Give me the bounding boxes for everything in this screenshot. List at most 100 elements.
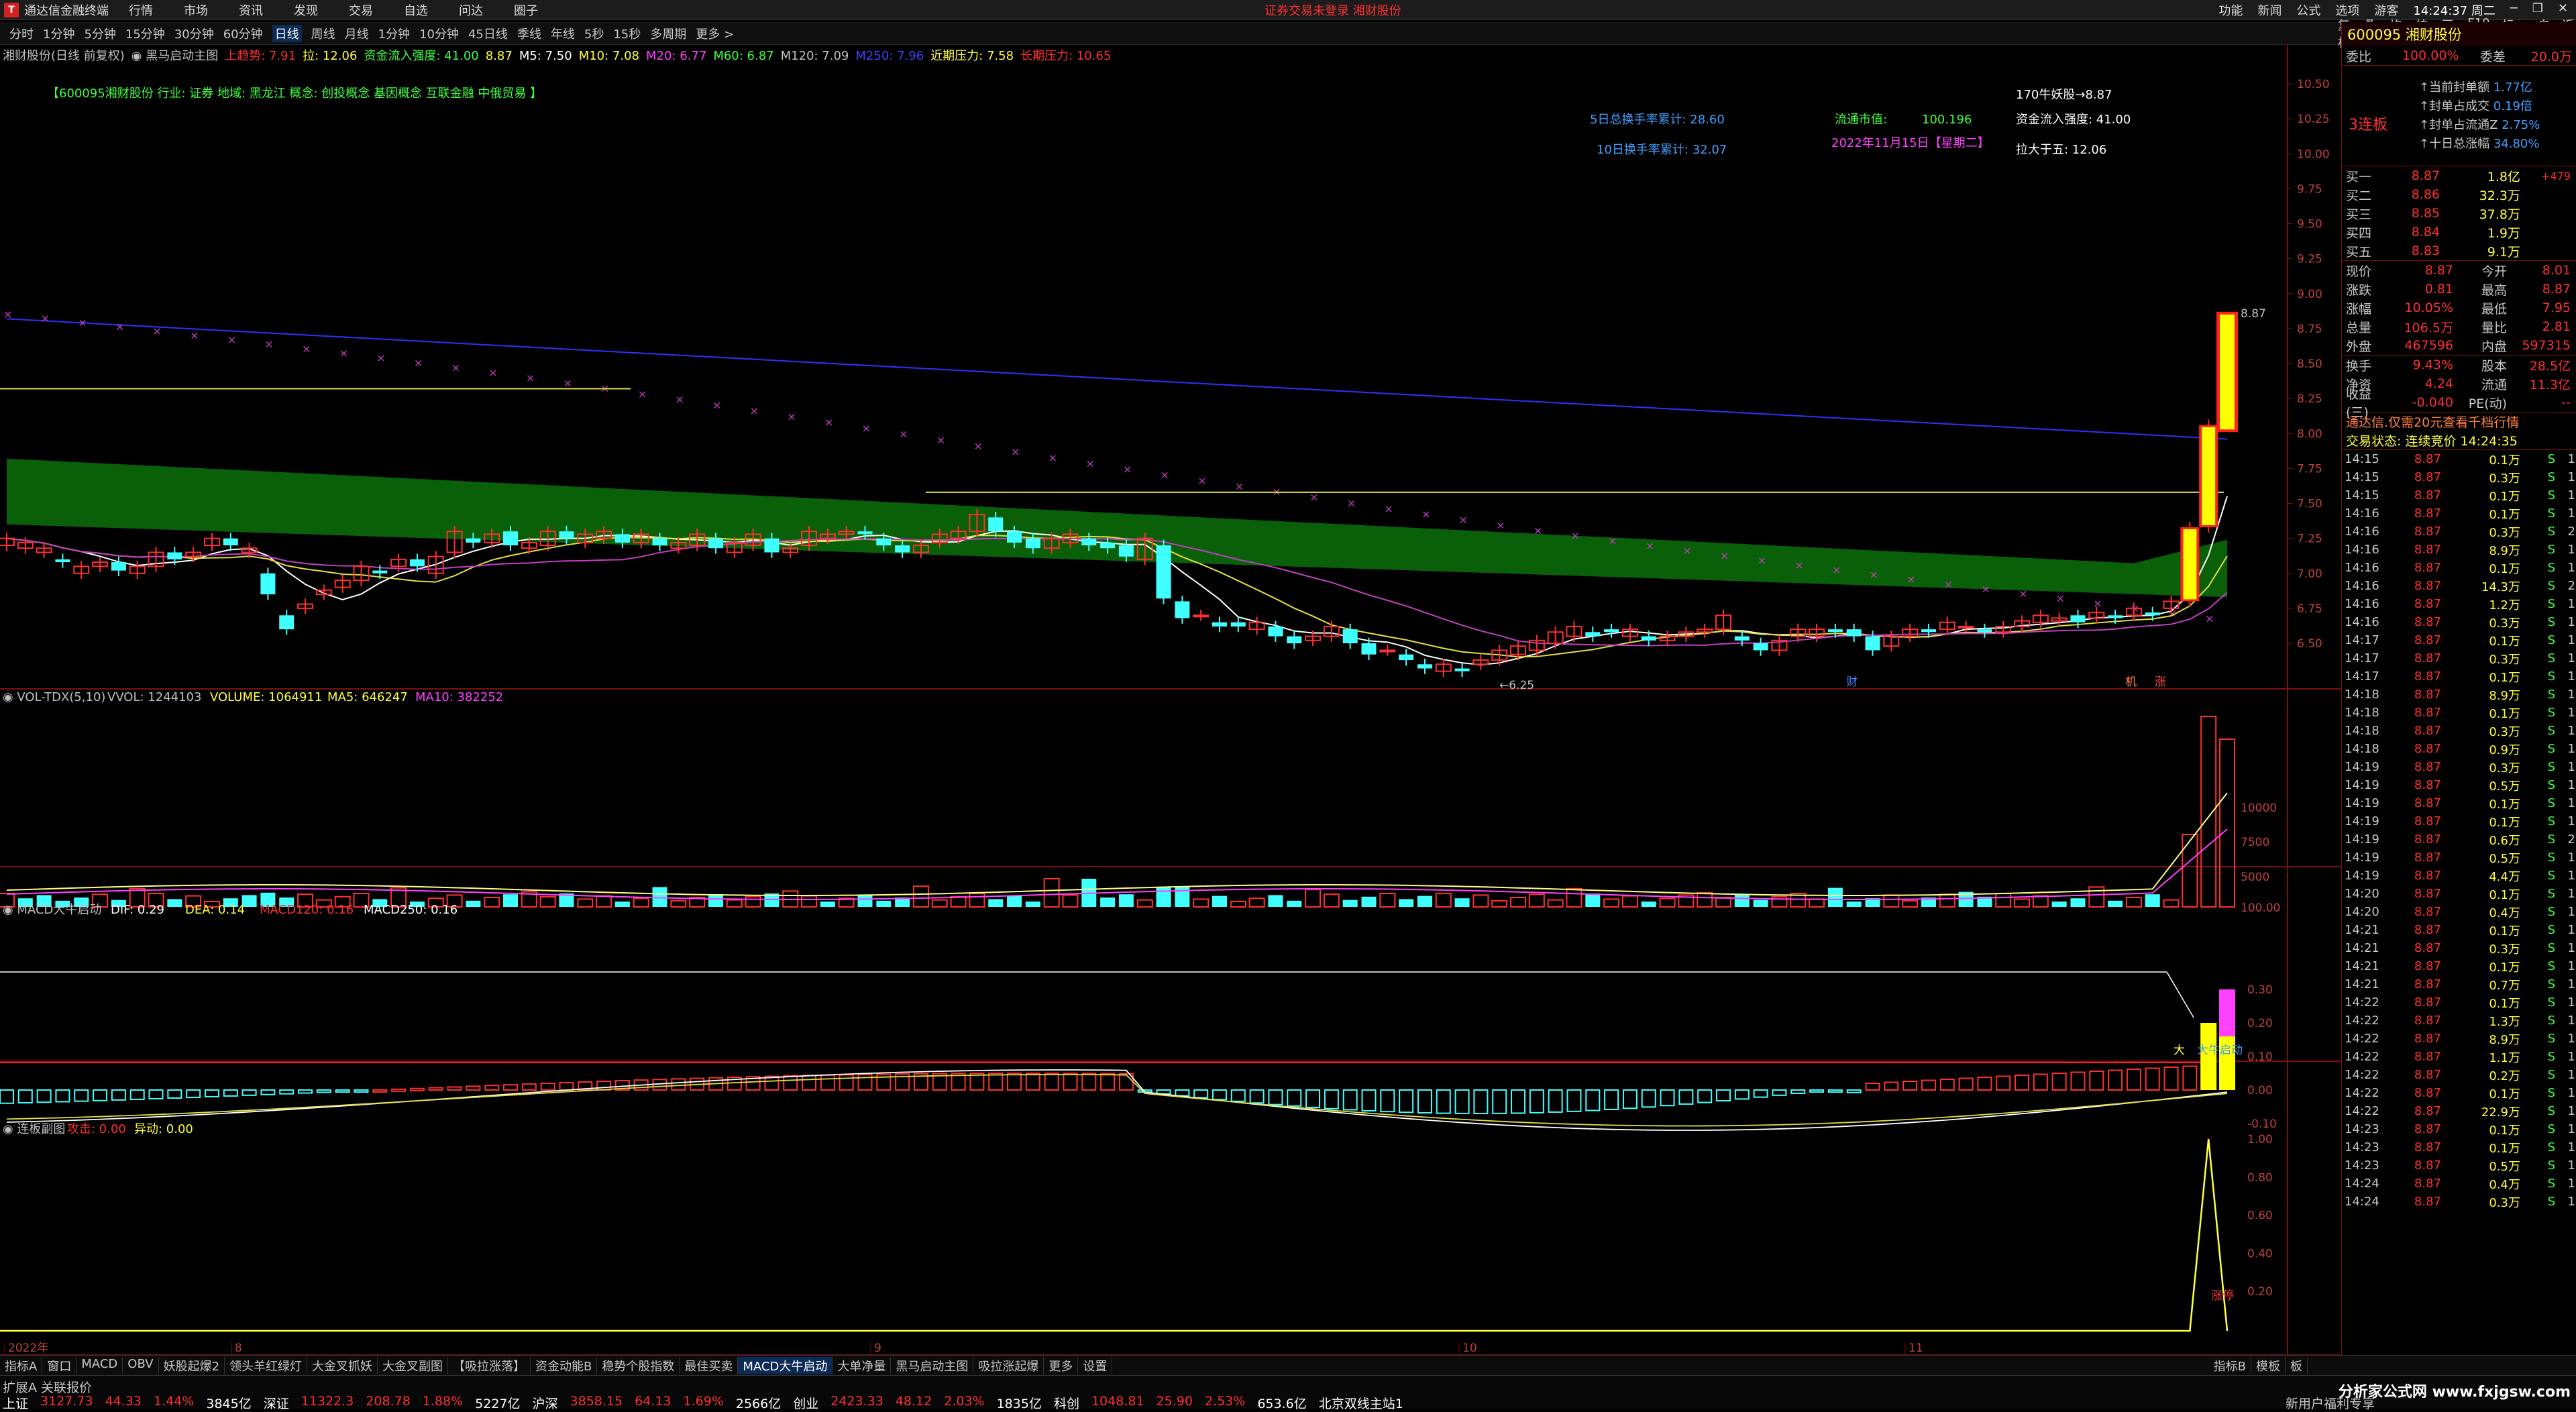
period-13[interactable]: 年线 — [551, 25, 575, 42]
indicator-tab-16[interactable]: 更多 — [1044, 1356, 1079, 1374]
period-6[interactable]: 日线 — [272, 24, 302, 42]
quote-key: 总量 — [2346, 320, 2372, 335]
period-10[interactable]: 10分钟 — [419, 25, 459, 42]
chart-area[interactable]: 10.50 10.25 10.00 9.75 9.50 9.25 9.00 8.75 8.50 8… — [0, 45, 2341, 1356]
indicator-tab-7[interactable]: 大金叉副图 — [378, 1356, 449, 1374]
tick-price: 8.87 — [2414, 724, 2441, 738]
vol-bar — [2182, 834, 2198, 908]
period-5[interactable]: 60分钟 — [223, 25, 263, 42]
pressure-marker: × — [2019, 588, 2027, 600]
title-right-item-2[interactable]: 公式 — [2296, 1, 2320, 19]
tick-count: 1 — [2567, 488, 2575, 502]
bid-row[interactable]: 买一 8.87 1.8亿 +479 — [2342, 166, 2576, 185]
tick-volume: 0.3万 — [2489, 471, 2520, 486]
macd-bar — [2108, 1069, 2123, 1091]
board-box: 3连板 ↑当前封单额 1.77亿 ↑封单占成交 0.19倍 ↑封单占流通Z 2.75… — [2342, 65, 2576, 166]
period-12[interactable]: 季线 — [517, 25, 541, 42]
period-1[interactable]: 1分钟 — [43, 25, 74, 42]
menu-item-5[interactable]: 自选 — [404, 4, 428, 18]
indicator-tab-2[interactable]: MACD — [76, 1356, 123, 1374]
indicator-tab-9[interactable]: 资金动能B — [531, 1356, 598, 1374]
bid-row[interactable]: 买二 8.86 32.3万 — [2342, 185, 2576, 204]
indicator-tab-10[interactable]: 稳势个股指数 — [597, 1356, 680, 1374]
title-right-item-1[interactable]: 新闻 — [2257, 1, 2282, 19]
period-15[interactable]: 15秒 — [613, 25, 641, 42]
indicator-tab-3[interactable]: OBV — [123, 1356, 159, 1374]
menu-item-4[interactable]: 交易 — [349, 4, 373, 18]
tick-row: 14:17 8.87 0.1万 S 1 — [2342, 631, 2576, 649]
period-14[interactable]: 5秒 — [584, 25, 604, 42]
watermark-logo: 分析家公式网 www.fxjgsw.com — [2338, 1384, 2571, 1401]
bid-row[interactable]: 买四 8.84 1.9万 — [2342, 223, 2576, 241]
indicator-tab-11[interactable]: 最佳买卖 — [680, 1356, 739, 1374]
period-0[interactable]: 分时 — [9, 25, 34, 42]
period-7[interactable]: 周线 — [311, 25, 335, 42]
bid-row[interactable]: 买五 8.83 9.1万 — [2342, 241, 2576, 260]
indicator-tab-12[interactable]: MACD大牛启动 — [738, 1356, 833, 1374]
vol-bar — [1305, 889, 1322, 908]
indicator-tab-0[interactable]: 指标A — [0, 1356, 43, 1374]
indicator-tab-right-0[interactable]: 指标B — [2209, 1356, 2251, 1374]
menu-item-0[interactable]: 行情 — [129, 4, 153, 18]
status-item-7: 208.78 — [366, 1394, 411, 1409]
indicator-tab-13[interactable]: 大单净量 — [833, 1356, 892, 1374]
tick-price: 8.87 — [2414, 506, 2441, 521]
indicator-tab-15[interactable]: 吸拉涨起爆 — [973, 1356, 1044, 1374]
menu-item-3[interactable]: 发现 — [294, 4, 318, 18]
tick-count: 1 — [2567, 633, 2575, 647]
menu-item-1[interactable]: 市场 — [184, 4, 208, 18]
ad-banner[interactable]: 通达信.仅需20元查看千档行情 — [2342, 412, 2576, 431]
bid-table: 买一 8.87 1.8亿 +479 买二 8.86 32.3万 买三 8.85 37.8万 买四 8.… — [2342, 166, 2576, 260]
status-item-21: 1048.81 — [1091, 1394, 1144, 1409]
indicator-tab-5[interactable]: 领头羊红绿灯 — [225, 1356, 308, 1374]
indicator-tab-4[interactable]: 妖股起爆2 — [159, 1356, 225, 1374]
menu-item-6[interactable]: 问达 — [459, 4, 483, 18]
tick-volume: 0.1万 — [2489, 453, 2520, 468]
chart-canvas[interactable]: 10.50 10.25 10.00 9.75 9.50 9.25 9.00 8.75 8.50 8… — [0, 45, 2341, 1356]
tick-volume: 1.3万 — [2489, 1014, 2520, 1029]
bid-row[interactable]: 买三 8.85 37.8万 — [2342, 204, 2576, 223]
status-line1[interactable]: 扩展A 关联报价 — [3, 1378, 92, 1396]
macd-bar — [111, 1089, 126, 1101]
indicator-tab-1[interactable]: 窗口 — [42, 1356, 77, 1374]
period-3[interactable]: 15分钟 — [125, 25, 165, 42]
tick-list[interactable]: 14:15 8.87 0.1万 S 1 14:15 8.87 0.3万 S 1 14:15 8.87 0… — [2342, 449, 2576, 1211]
title-right-item-0[interactable]: 功能 — [2218, 1, 2243, 19]
tick-side: S — [2547, 615, 2555, 629]
macd-bar — [1958, 1077, 1974, 1091]
period-16[interactable]: 多周期 — [650, 25, 686, 42]
ad-text[interactable]: 通达信.仅需20元查看千档行情 — [2346, 413, 2519, 431]
pressure-marker: × — [78, 316, 87, 329]
indicator-tab-6[interactable]: 大金叉抓妖 — [307, 1356, 378, 1374]
board-item-key: ↑十日总涨幅 — [2419, 137, 2493, 151]
period-11[interactable]: 45日线 — [468, 25, 508, 42]
legend-item-3: 拉: 12.06 — [303, 49, 358, 63]
period-4[interactable]: 30分钟 — [174, 25, 214, 42]
indicator-tab-right-1[interactable]: 模板 — [2251, 1356, 2286, 1374]
macd-bar — [1007, 1073, 1022, 1091]
menu-item-2[interactable]: 资讯 — [239, 4, 263, 18]
indicator-tab-8[interactable]: 【吸拉涨落】 — [448, 1356, 531, 1374]
tick-side: S — [2547, 597, 2555, 611]
indicator-tabs: 指标A 窗口 MACD OBV 妖股起爆2 领头羊红绿灯 大金叉抓妖 大金叉副图 【吸拉涨落】资… — [0, 1355, 2576, 1375]
login-notice[interactable]: 证券交易未登录 湘财股份 — [1265, 1, 1401, 19]
macd-bar — [1566, 1089, 1582, 1112]
indicator-tab-14[interactable]: 黑马启动主图 — [891, 1356, 974, 1374]
period-tabs: 分时 1分钟 5分钟 15分钟 30分钟 60分钟 日线 周线 月线 1分钟 10分钟 45日线 季线年… — [0, 24, 734, 42]
indicator-tab-right-2[interactable]: 板 — [2286, 1356, 2308, 1374]
menu-item-7[interactable]: 圈子 — [514, 4, 538, 18]
pressure-marker: × — [2205, 612, 2214, 625]
macd-bar — [1921, 1079, 1936, 1091]
price-label-8: 8.50 — [2297, 358, 2322, 371]
quote-row: 涨幅 10.05% 最低 7.95 — [2342, 298, 2576, 317]
tick-side: S — [2547, 995, 2555, 1010]
vol-bar — [466, 900, 481, 907]
macd-bar — [1827, 1089, 1843, 1093]
period-17[interactable]: 更多 > — [696, 25, 734, 42]
indicator-tab-17[interactable]: 设置 — [1078, 1356, 1113, 1374]
tick-row: 14:16 8.87 8.9万 S 1 — [2342, 541, 2576, 559]
tick-count: 1 — [2567, 1195, 2575, 1209]
period-8[interactable]: 月线 — [345, 25, 369, 42]
period-2[interactable]: 5分钟 — [84, 25, 115, 42]
period-9[interactable]: 1分钟 — [378, 25, 410, 42]
